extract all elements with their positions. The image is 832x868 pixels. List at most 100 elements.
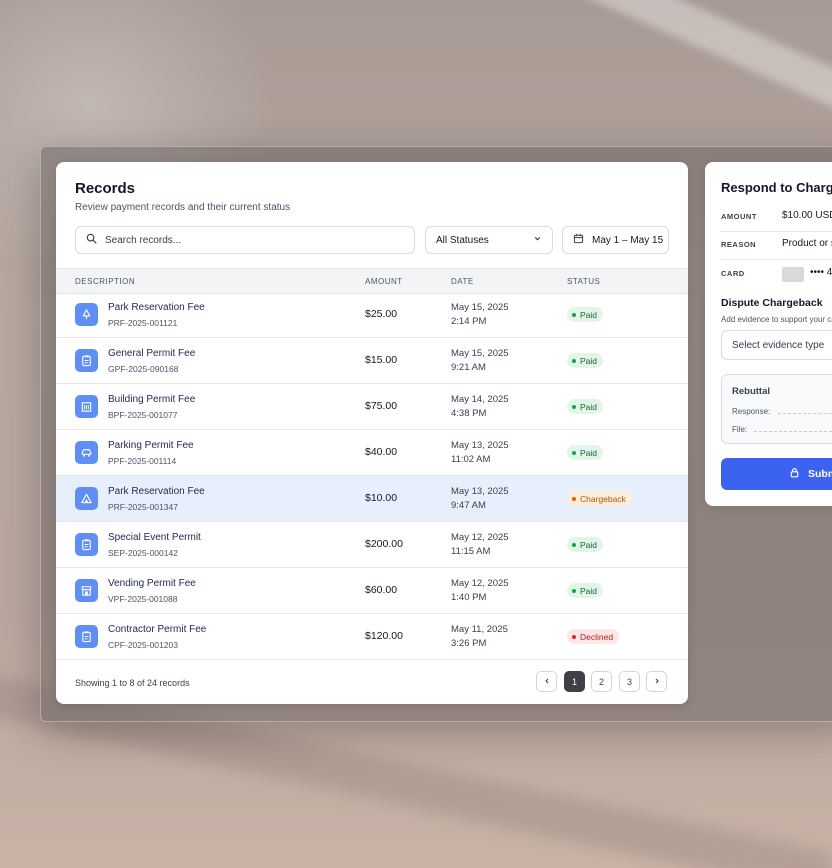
chevron-down-icon bbox=[533, 234, 542, 246]
pagination-page-2[interactable]: 2 bbox=[591, 671, 612, 692]
status-badge: Declined bbox=[567, 629, 620, 644]
column-header-date: DATE bbox=[451, 277, 474, 286]
status-badge: Paid bbox=[567, 445, 604, 460]
rebuttal-title: Rebuttal bbox=[732, 386, 770, 397]
table-row[interactable]: Parking Permit Fee PPF-2025-001114 $40.0… bbox=[56, 430, 688, 476]
record-time: 3:26 PM bbox=[451, 638, 487, 649]
pagination-next-button[interactable] bbox=[646, 671, 667, 692]
pagination-page-1[interactable]: 1 bbox=[564, 671, 585, 692]
record-date: May 14, 2025 bbox=[451, 394, 509, 405]
record-name: Contractor Permit Fee bbox=[108, 624, 207, 635]
status-badge: Paid bbox=[567, 399, 604, 414]
reason-label: REASON bbox=[721, 240, 757, 249]
column-header-status: STATUS bbox=[567, 277, 601, 286]
record-amount: $10.00 bbox=[365, 492, 398, 504]
record-amount: $75.00 bbox=[365, 400, 398, 412]
table-header: DESCRIPTION AMOUNT DATE STATUS bbox=[56, 268, 688, 294]
clipboard-icon bbox=[75, 625, 98, 648]
lock-icon bbox=[789, 467, 800, 481]
record-date: May 12, 2025 bbox=[451, 532, 509, 543]
record-date: May 15, 2025 bbox=[451, 348, 509, 359]
record-time: 2:14 PM bbox=[451, 316, 487, 327]
record-name: Vending Permit Fee bbox=[108, 578, 196, 589]
record-id: CPF-2025-001203 bbox=[108, 640, 178, 650]
card-label: CARD bbox=[721, 269, 745, 278]
table-row-selected[interactable]: Park Reservation Fee PRF-2025-001347 $10… bbox=[56, 476, 688, 522]
pagination-prev-button[interactable] bbox=[536, 671, 557, 692]
record-time: 11:02 AM bbox=[451, 454, 491, 465]
table-row[interactable]: Special Event Permit SEP-2025-000142 $20… bbox=[56, 522, 688, 568]
record-amount: $15.00 bbox=[365, 354, 398, 366]
submit-label: Submit bbox=[808, 468, 832, 480]
status-badge: Paid bbox=[567, 583, 604, 598]
record-amount: $60.00 bbox=[365, 584, 398, 596]
record-time: 1:40 PM bbox=[451, 592, 487, 603]
response-field[interactable] bbox=[778, 413, 832, 414]
date-range-value: May 1 – May 15 bbox=[592, 234, 664, 246]
file-field[interactable] bbox=[754, 431, 832, 432]
record-name: Park Reservation Fee bbox=[108, 486, 205, 497]
car-icon bbox=[75, 441, 98, 464]
section-hint: Add evidence to support your case bbox=[721, 315, 832, 324]
record-name: General Permit Fee bbox=[108, 348, 196, 359]
card-row: CARD •••• 4 bbox=[721, 260, 832, 288]
reason-value: Product or service not received bbox=[782, 238, 832, 249]
page-title: Records bbox=[75, 180, 136, 197]
clipboard-icon bbox=[75, 349, 98, 372]
record-date: May 11, 2025 bbox=[451, 624, 508, 635]
storefront-icon bbox=[75, 579, 98, 602]
table-row[interactable]: General Permit Fee GPF-2025-090168 $15.0… bbox=[56, 338, 688, 384]
chevron-right-icon bbox=[653, 677, 661, 687]
file-label: File: bbox=[732, 425, 748, 434]
record-name: Park Reservation Fee bbox=[108, 302, 205, 313]
card-value: •••• 4 bbox=[810, 267, 832, 278]
column-header-description: DESCRIPTION bbox=[75, 277, 136, 286]
record-amount: $40.00 bbox=[365, 446, 398, 458]
record-id: PRF-2025-001121 bbox=[108, 318, 178, 328]
status-badge: Chargeback bbox=[567, 491, 632, 506]
card-brand-icon bbox=[782, 267, 804, 282]
record-id: GPF-2025-090168 bbox=[108, 364, 179, 374]
status-filter-value: All Statuses bbox=[436, 234, 489, 246]
page-subtitle: Review payment records and their current… bbox=[75, 202, 291, 213]
pagination-page-3[interactable]: 3 bbox=[619, 671, 640, 692]
status-badge: Paid bbox=[567, 353, 604, 368]
record-date: May 13, 2025 bbox=[451, 440, 509, 451]
rebuttal-box: Rebuttal Response: File: bbox=[721, 374, 832, 444]
reason-row: REASON Product or service not received bbox=[721, 231, 832, 260]
record-date: May 13, 2025 bbox=[451, 486, 509, 497]
amount-row: AMOUNT $10.00 USD bbox=[721, 203, 832, 232]
status-filter-select[interactable]: All Statuses bbox=[425, 226, 553, 254]
table-row[interactable]: Vending Permit Fee VPF-2025-001088 $60.0… bbox=[56, 568, 688, 614]
record-id: PRF-2025-001347 bbox=[108, 502, 178, 512]
record-id: PPF-2025-001114 bbox=[108, 456, 177, 466]
record-name: Special Event Permit bbox=[108, 532, 201, 543]
record-amount: $200.00 bbox=[365, 538, 403, 550]
record-name: Building Permit Fee bbox=[108, 394, 196, 405]
table-row[interactable]: Park Reservation Fee PRF-2025-001121 $25… bbox=[56, 292, 688, 338]
search-box[interactable] bbox=[75, 226, 415, 254]
chargeback-panel: Respond to Chargeback AMOUNT $10.00 USD … bbox=[705, 162, 832, 506]
records-panel: Records Review payment records and their… bbox=[56, 162, 688, 704]
status-badge: Paid bbox=[567, 307, 604, 322]
record-time: 4:38 PM bbox=[451, 408, 487, 419]
tent-icon bbox=[75, 487, 98, 510]
chevron-left-icon bbox=[543, 677, 551, 687]
record-time: 9:47 AM bbox=[451, 500, 486, 511]
section-title: Dispute Chargeback bbox=[721, 297, 823, 309]
table-row[interactable]: Building Permit Fee BPF-2025-001077 $75.… bbox=[56, 384, 688, 430]
record-date: May 15, 2025 bbox=[451, 302, 509, 313]
record-id: VPF-2025-001088 bbox=[108, 594, 178, 604]
evidence-type-select[interactable]: Select evidence type bbox=[721, 330, 832, 360]
pagination-summary: Showing 1 to 8 of 24 records bbox=[75, 678, 190, 688]
response-label: Response: bbox=[732, 407, 771, 416]
record-amount: $25.00 bbox=[365, 308, 398, 320]
search-input[interactable] bbox=[103, 233, 407, 247]
amount-label: AMOUNT bbox=[721, 212, 757, 221]
table-row[interactable]: Contractor Permit Fee CPF-2025-001203 $1… bbox=[56, 614, 688, 660]
panel-title: Respond to Chargeback bbox=[721, 180, 832, 195]
submit-button[interactable]: Submit bbox=[721, 458, 832, 490]
search-icon bbox=[86, 231, 97, 249]
status-badge: Paid bbox=[567, 537, 604, 552]
date-range-picker[interactable]: May 1 – May 15 bbox=[562, 226, 669, 254]
